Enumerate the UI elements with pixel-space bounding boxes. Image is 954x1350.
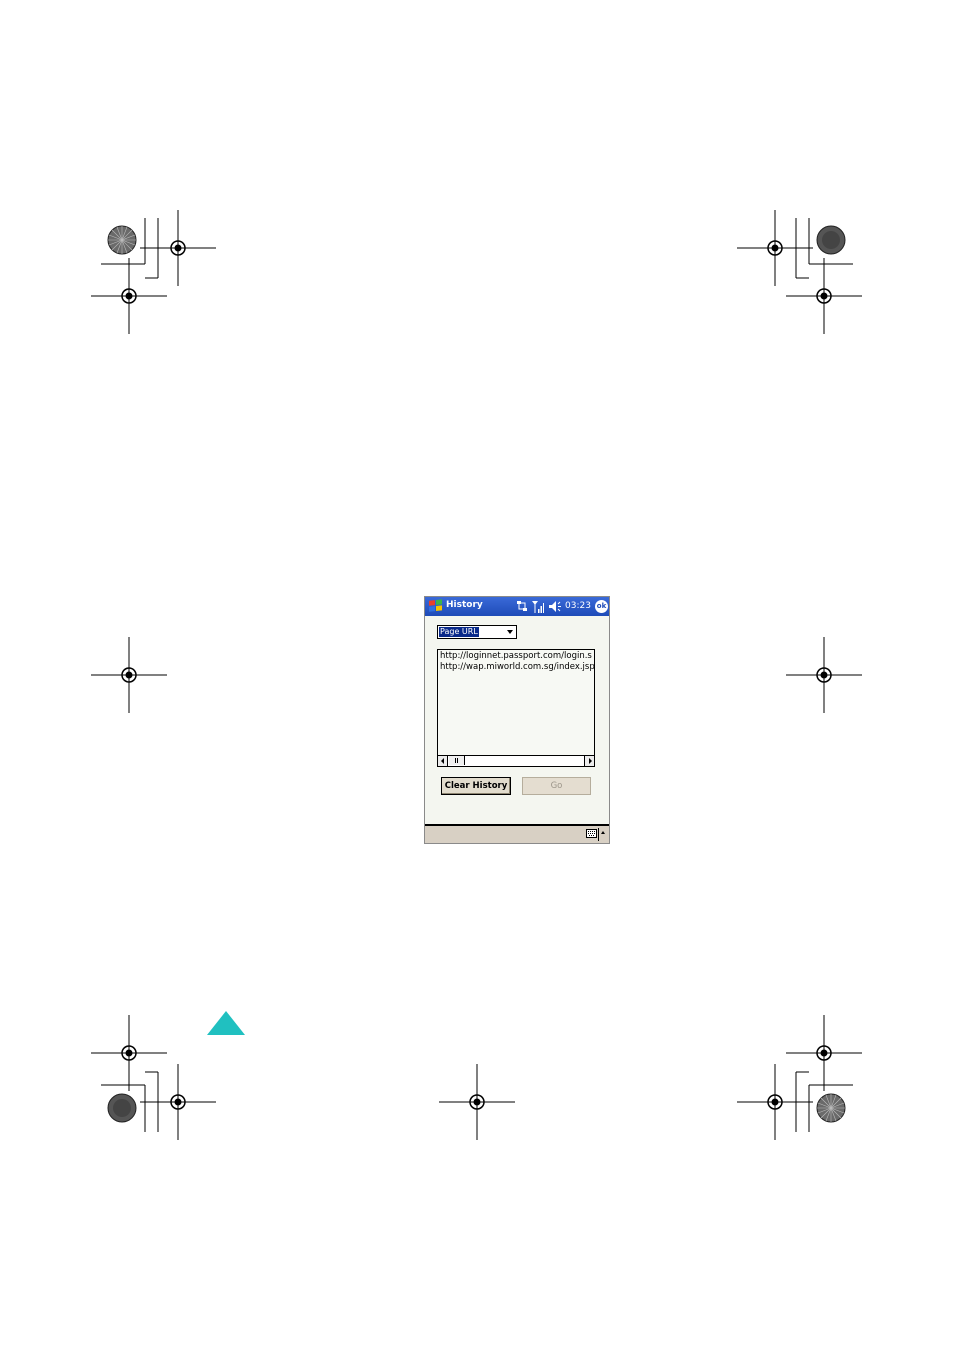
- clock[interactable]: 03:23: [565, 601, 591, 611]
- scrollbar-thumb[interactable]: [449, 756, 465, 765]
- arrow-left-icon: [441, 758, 444, 764]
- input-panel-arrow-icon[interactable]: [601, 831, 605, 834]
- page-marker-triangle-icon: [207, 1011, 245, 1035]
- crop-mark-bottom-left: [90, 1014, 217, 1141]
- arrow-right-icon: [589, 758, 592, 764]
- grip-line: [455, 758, 456, 763]
- horizontal-scrollbar[interactable]: [438, 755, 594, 766]
- chevron-down-icon: [507, 630, 513, 634]
- connectivity-icon[interactable]: [516, 600, 528, 613]
- dropdown-selected-value: Page URL: [439, 627, 479, 637]
- clear-history-button[interactable]: Clear History: [441, 777, 511, 795]
- signal-icon[interactable]: [532, 600, 544, 613]
- crop-mark-bottom-right: [736, 1014, 863, 1141]
- scroll-right-button[interactable]: [584, 756, 594, 766]
- crop-mark-middle-right: [785, 636, 863, 714]
- speaker-icon[interactable]: [548, 600, 561, 613]
- go-button[interactable]: Go: [522, 777, 591, 795]
- ok-button[interactable]: ok: [595, 600, 608, 613]
- divider: [598, 828, 599, 841]
- keyboard-icon[interactable]: [586, 829, 597, 838]
- window-title: History: [446, 600, 483, 610]
- crop-mark-middle-left: [90, 636, 168, 714]
- scroll-left-button[interactable]: [438, 756, 448, 766]
- pocketpc-history-screen: History 03:23 ok Page URL http://loginne…: [424, 596, 610, 844]
- title-bar: History 03:23 ok: [425, 597, 609, 616]
- crop-mark-top-right: [736, 209, 863, 335]
- list-item[interactable]: http://wap.miworld.com.sg/index.jsp: [440, 662, 594, 672]
- grip-line: [457, 758, 458, 763]
- history-view-dropdown[interactable]: Page URL: [437, 625, 517, 639]
- menu-bar: [425, 824, 609, 843]
- list-item[interactable]: http://loginnet.passport.com/login.s: [440, 651, 592, 661]
- crop-mark-top-left: [90, 209, 217, 335]
- windows-start-icon[interactable]: [427, 598, 444, 615]
- crop-mark-bottom-center: [438, 1063, 516, 1141]
- history-list[interactable]: http://loginnet.passport.com/login.s htt…: [437, 649, 595, 767]
